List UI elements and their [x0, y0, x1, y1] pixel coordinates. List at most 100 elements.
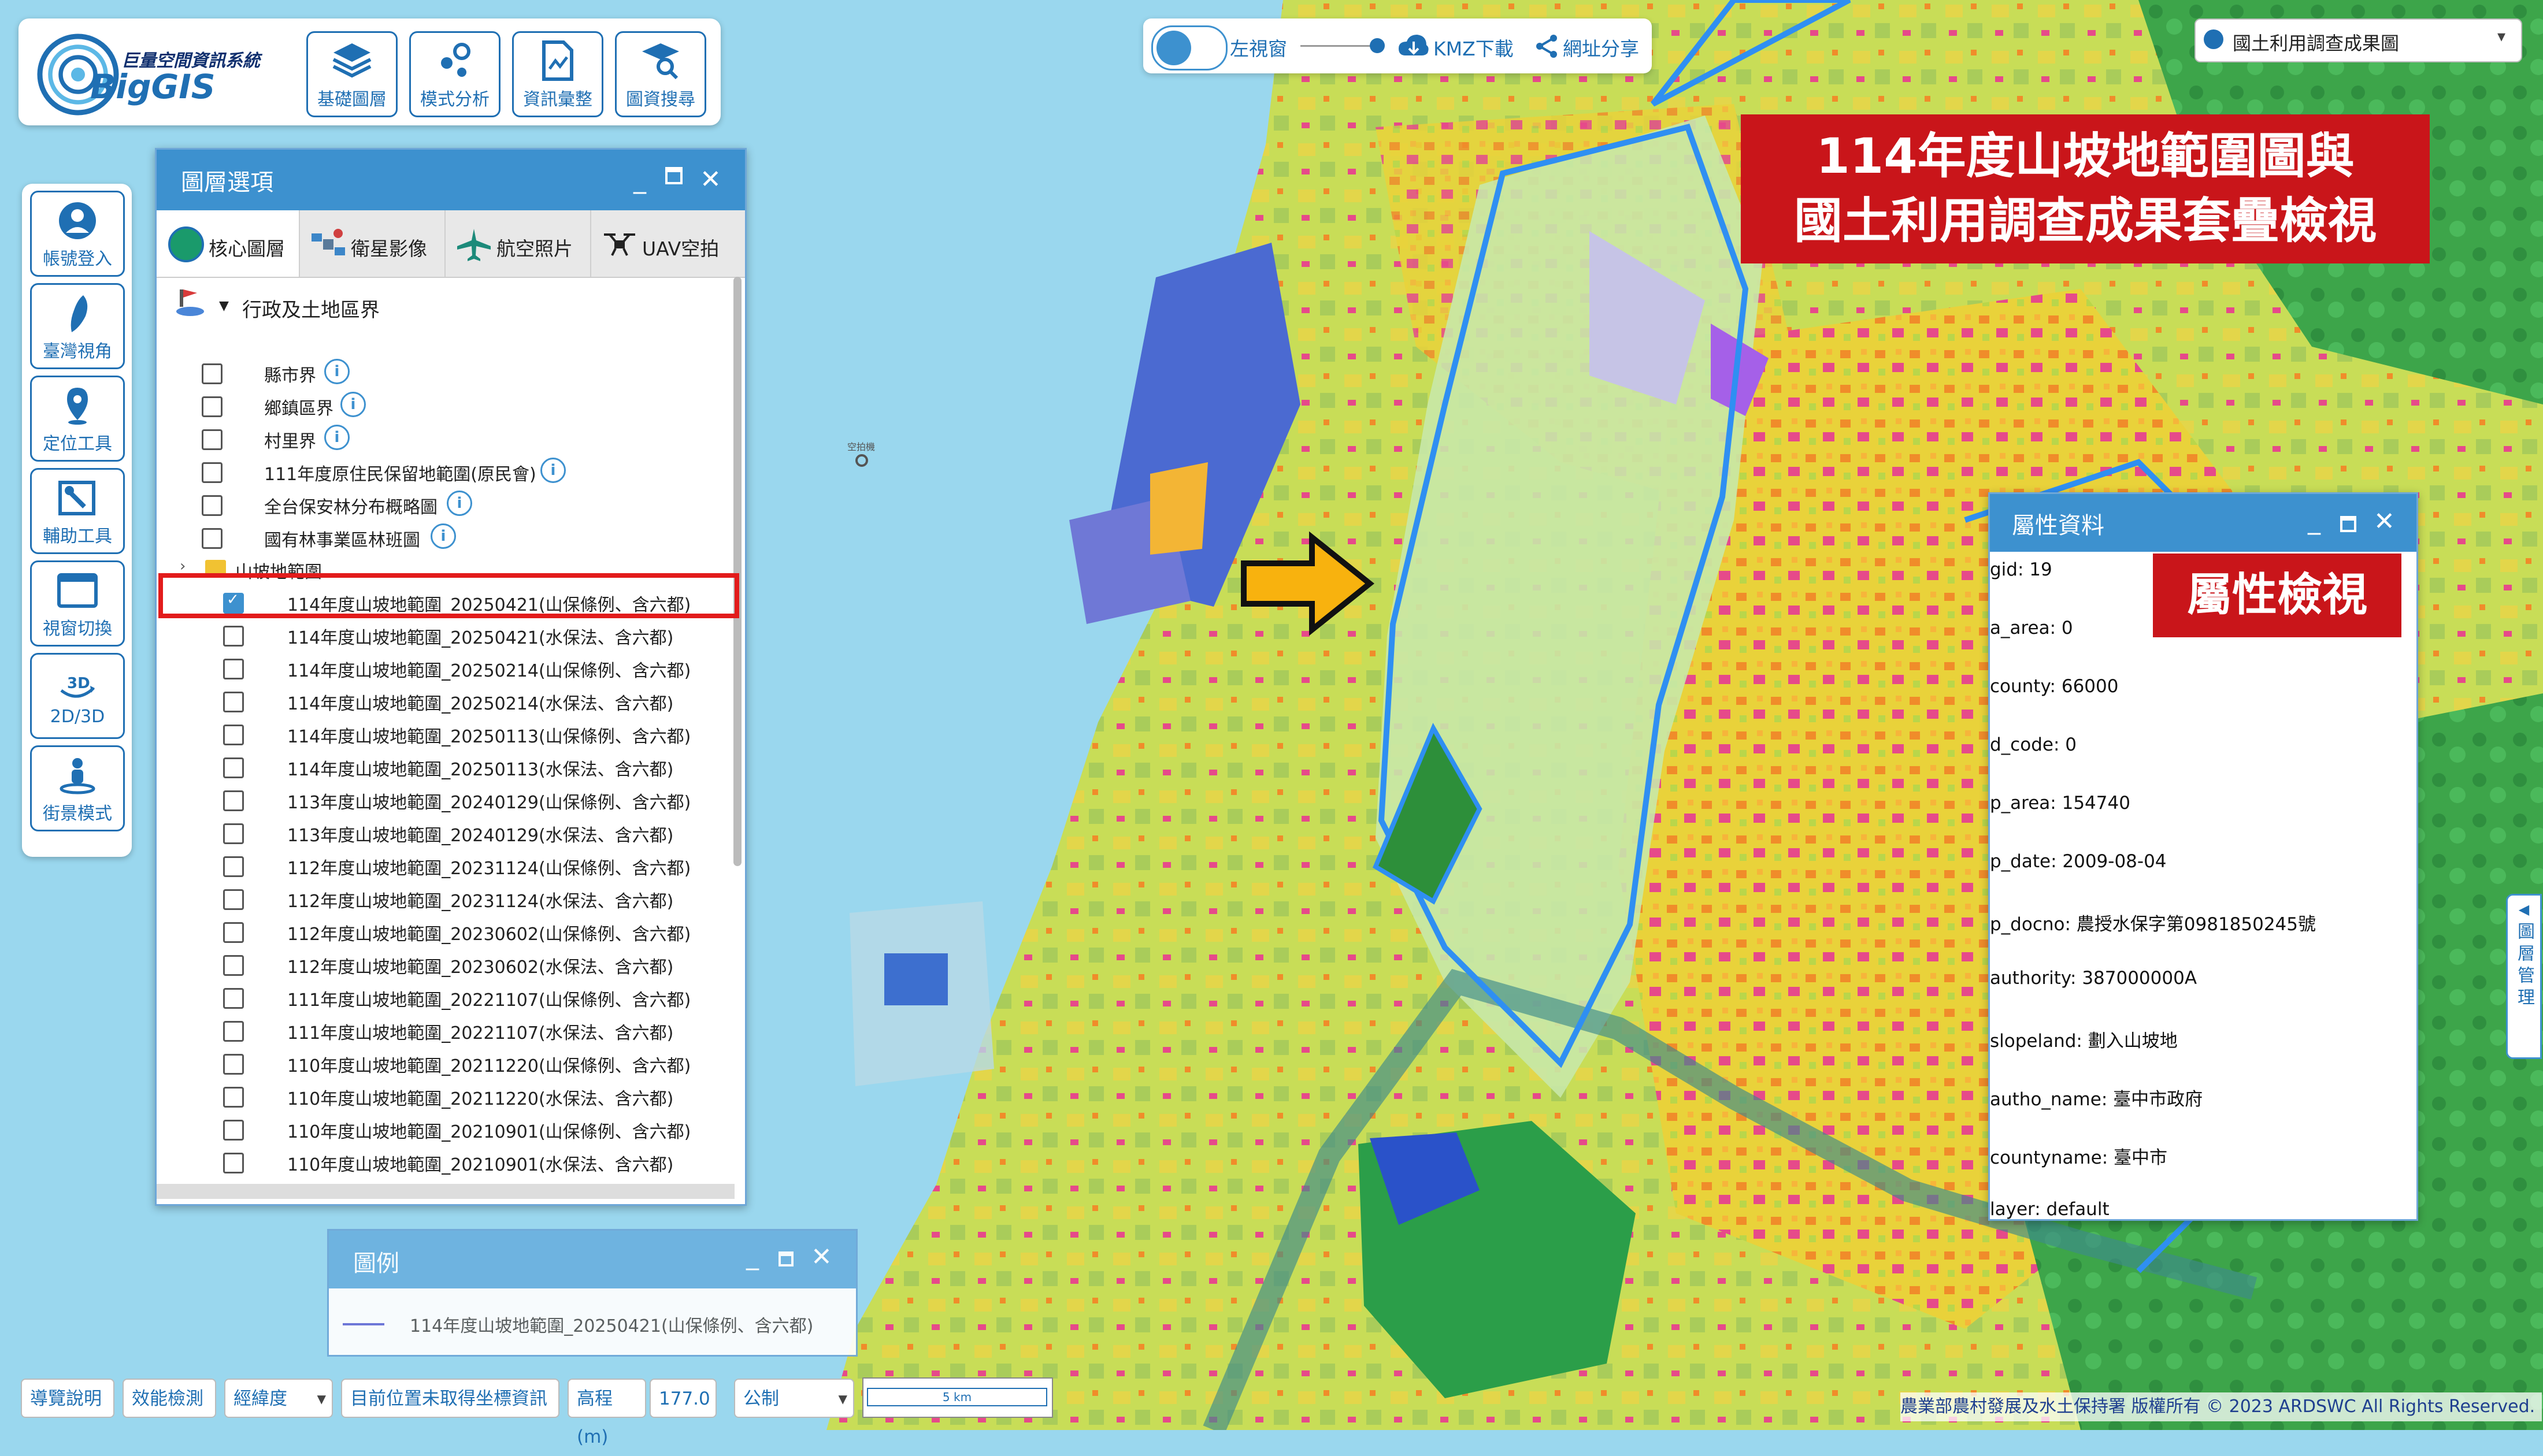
layer-management-tab[interactable]: ◀ 圖層管理: [2506, 894, 2542, 1059]
layer-row[interactable]: 112年度山坡地範圍_20230602(山保條例、含六都): [157, 915, 732, 948]
minimize-icon[interactable]: _: [2308, 506, 2320, 535]
vertical-scrollbar[interactable]: [733, 277, 742, 866]
3d-rotate-icon: 3D: [60, 675, 95, 698]
info-icon[interactable]: i: [431, 523, 456, 549]
map-search-button[interactable]: 圖資搜尋: [615, 31, 706, 117]
layer-checkbox[interactable]: [223, 725, 244, 745]
layer-checkbox[interactable]: [223, 955, 244, 976]
layer-row[interactable]: 鄉鎮區界 i: [157, 389, 732, 422]
layer-row[interactable]: 114年度山坡地範圍_20250113(水保法、含六都): [157, 751, 732, 783]
locate-tool-button[interactable]: 定位工具: [30, 376, 125, 462]
layer-checkbox[interactable]: [223, 1021, 244, 1042]
close-icon[interactable]: ✕: [2374, 507, 2395, 536]
layer-checkbox[interactable]: [223, 1153, 244, 1173]
horizontal-scrollbar[interactable]: [157, 1184, 735, 1199]
layer-label: 114年度山坡地範圍_20250113(水保法、含六都): [287, 760, 674, 780]
layer-checkbox[interactable]: [223, 1120, 244, 1141]
layer-checkbox[interactable]: [223, 757, 244, 778]
opacity-slider-track[interactable]: [1300, 45, 1374, 47]
street-view-button[interactable]: 街景模式: [30, 745, 125, 831]
guide-button[interactable]: 導覽說明: [21, 1379, 114, 1418]
model-analysis-button[interactable]: 模式分析: [409, 31, 501, 117]
layer-checkbox[interactable]: [202, 429, 223, 450]
tab-satellite[interactable]: 衛星影像: [299, 210, 446, 277]
layer-row[interactable]: 114年度山坡地範圍_20250113(山保條例、含六都): [157, 718, 732, 751]
tab-aerial-photo[interactable]: 航空照片: [444, 210, 591, 277]
layer-checkbox[interactable]: [202, 528, 223, 549]
layer-row[interactable]: 113年度山坡地範圍_20240129(水保法、含六都): [157, 816, 732, 849]
layer-row[interactable]: 110年度山坡地範圍_20210901(山保條例、含六都): [157, 1113, 732, 1146]
layer-row[interactable]: 114年度山坡地範圍_20250214(山保條例、含六都): [157, 652, 732, 685]
legend-item-label: 114年度山坡地範圍_20250421(山保條例、含六都): [410, 1316, 814, 1336]
layer-checkbox[interactable]: [223, 1054, 244, 1075]
account-login-button[interactable]: 帳號登入: [30, 191, 125, 277]
layer-row[interactable]: 111年度山坡地範圍_20221107(山保條例、含六都): [157, 981, 732, 1014]
layer-checkbox[interactable]: [223, 823, 244, 844]
layer-checkbox[interactable]: [202, 495, 223, 516]
layer-checkbox[interactable]: [223, 692, 244, 712]
layer-checkbox[interactable]: [223, 856, 244, 877]
coordinate-system-select[interactable]: 經緯度 ▾: [224, 1379, 333, 1418]
layer-options-panel: 圖層選項 _ ✕ 核心圖層 衛星影像 航空照片 UAV空拍 ▼ 行政及土地區界 …: [155, 148, 747, 1206]
layer-row[interactable]: 111年度山坡地範圍_20221107(水保法、含六都): [157, 1014, 732, 1047]
tab-core-layers[interactable]: 核心圖層: [157, 210, 300, 277]
performance-test-button[interactable]: 效能檢測: [123, 1379, 216, 1418]
layer-row[interactable]: 112年度山坡地範圍_20231124(水保法、含六都): [157, 882, 732, 915]
layer-row[interactable]: 114年度山坡地範圍_20250214(水保法、含六都): [157, 685, 732, 718]
minimize-icon[interactable]: _: [633, 165, 646, 194]
layer-row[interactable]: 112年度山坡地範圍_20230602(水保法、含六都): [157, 948, 732, 981]
layer-row[interactable]: 110年度山坡地範圍_20210901(水保法、含六都): [157, 1146, 732, 1179]
layer-row[interactable]: 國有林事業區林班圖 i: [157, 521, 732, 554]
close-icon[interactable]: ✕: [811, 1242, 832, 1272]
window-switch-button[interactable]: 視窗切換: [30, 560, 125, 647]
info-icon[interactable]: i: [324, 425, 350, 450]
close-icon[interactable]: ✕: [700, 165, 721, 194]
layer-label: 112年度山坡地範圍_20230602(山保條例、含六都): [287, 924, 691, 945]
toggle-2d-3d-button[interactable]: 3D 2D/3D: [30, 653, 125, 739]
info-icon[interactable]: i: [447, 491, 472, 516]
layer-panel-titlebar[interactable]: 圖層選項 _ ✕: [157, 150, 745, 210]
layer-row[interactable]: 114年度山坡地範圍_20250421(水保法、含六都): [157, 619, 732, 652]
info-icon[interactable]: i: [540, 458, 566, 483]
layer-checkbox[interactable]: [223, 626, 244, 647]
auxiliary-tool-button[interactable]: 輔助工具: [30, 468, 125, 554]
share-url-button[interactable]: 網址分享: [1534, 27, 1647, 65]
chevron-right-icon[interactable]: ›: [180, 558, 186, 575]
layer-row[interactable]: 全台保安林分布概略圖 i: [157, 488, 732, 521]
layer-checkbox[interactable]: [202, 363, 223, 384]
layer-row[interactable]: 110年度山坡地範圍_20211220(山保條例、含六都): [157, 1047, 732, 1080]
maximize-icon[interactable]: [779, 1251, 794, 1266]
info-icon[interactable]: i: [324, 359, 350, 384]
layer-checkbox[interactable]: [223, 889, 244, 910]
attribute-titlebar[interactable]: 屬性資料 _ ✕: [1990, 494, 2416, 552]
layer-row[interactable]: 縣市界 i: [157, 356, 732, 389]
opacity-slider-handle[interactable]: [1370, 38, 1385, 53]
layer-checkbox[interactable]: [223, 1087, 244, 1108]
layer-row[interactable]: 111年度原住民保留地範圍(原民會) i: [157, 455, 732, 488]
layer-checkbox[interactable]: [223, 659, 244, 679]
attribute-row: countyname: 臺中市: [1990, 1147, 2168, 1168]
layer-checkbox[interactable]: [223, 922, 244, 943]
basemap-select[interactable]: 國土利用調查成果圖 ▾: [2194, 18, 2522, 62]
tab-uav[interactable]: UAV空拍: [590, 210, 745, 277]
minimize-icon[interactable]: _: [746, 1241, 759, 1271]
info-summary-button[interactable]: 資訊彙整: [512, 31, 603, 117]
unit-select[interactable]: 公制 ▾: [734, 1379, 854, 1418]
taiwan-view-button[interactable]: 臺灣視角: [30, 283, 125, 369]
layer-checkbox[interactable]: [202, 396, 223, 417]
layer-row[interactable]: 113年度山坡地範圍_20240129(山保條例、含六都): [157, 783, 732, 816]
left-window-toggle[interactable]: [1151, 25, 1228, 70]
layer-row[interactable]: 112年度山坡地範圍_20231124(山保條例、含六都): [157, 849, 732, 882]
basemap-layer-button[interactable]: 基礎圖層: [306, 31, 398, 117]
layer-checkbox[interactable]: [223, 988, 244, 1009]
layer-row[interactable]: 110年度山坡地範圍_20211220(水保法、含六都): [157, 1080, 732, 1113]
info-icon[interactable]: i: [340, 392, 366, 417]
maximize-icon[interactable]: [2340, 516, 2356, 532]
layer-checkbox[interactable]: [202, 462, 223, 483]
kmz-download-button[interactable]: KMZ下載: [1397, 27, 1525, 65]
layer-checkbox[interactable]: [223, 790, 244, 811]
expand-caret-icon[interactable]: ▼: [219, 299, 229, 313]
maximize-icon[interactable]: [665, 167, 683, 184]
legend-titlebar[interactable]: 圖例 _ ✕: [329, 1231, 856, 1288]
layer-row[interactable]: 村里界 i: [157, 422, 732, 455]
